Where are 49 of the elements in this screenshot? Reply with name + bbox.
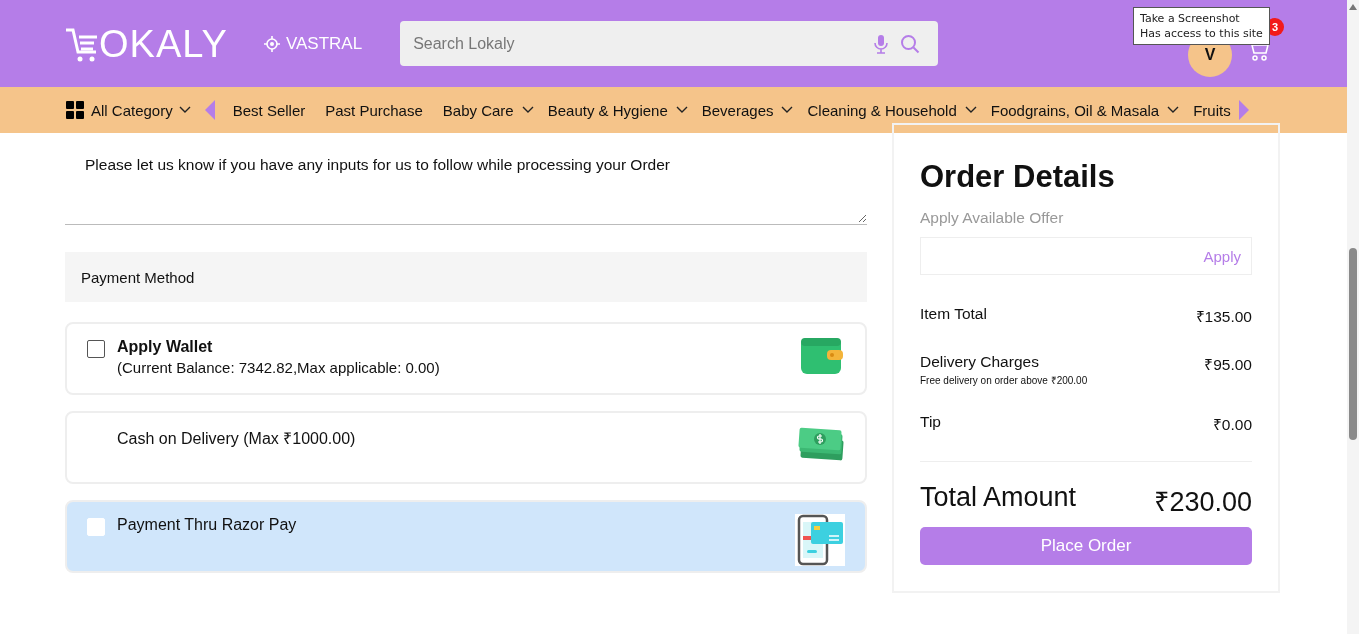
category-link[interactable]: Past Purchase bbox=[325, 101, 423, 119]
cash-icon bbox=[797, 425, 845, 463]
charge-label: Tip bbox=[920, 413, 941, 432]
charge-amount: ₹135.00 bbox=[1195, 307, 1252, 328]
total-amount: ₹230.00 bbox=[1154, 486, 1252, 520]
charge-note: Free delivery on order above ₹200.00 bbox=[920, 374, 1088, 388]
category-link[interactable]: Beauty & Hygiene bbox=[547, 101, 668, 119]
category-link[interactable]: Foodgrains, Oil & Masala bbox=[990, 101, 1160, 119]
microphone-icon[interactable] bbox=[874, 33, 889, 54]
total-label: Total Amount bbox=[920, 482, 1077, 515]
payment-option[interactable]: Apply Wallet (Current Balance: 7342.82,Max applicable: 0.00) bbox=[65, 322, 867, 395]
chevron-down-icon[interactable] bbox=[178, 106, 191, 114]
order-title: Order Details bbox=[920, 159, 1116, 195]
charge-amount: ₹0.00 bbox=[1212, 415, 1252, 436]
chevron-down-icon[interactable] bbox=[521, 106, 534, 114]
offer-label: Apply Available Offer bbox=[920, 209, 1065, 227]
search-icon[interactable] bbox=[900, 33, 921, 54]
cart-logo-icon bbox=[65, 26, 99, 63]
grid-icon bbox=[66, 101, 84, 119]
chevron-down-icon[interactable] bbox=[964, 106, 977, 114]
scrollbar[interactable] bbox=[1347, 0, 1359, 634]
category-link[interactable]: Beverages bbox=[701, 101, 774, 119]
category-link[interactable]: Best Seller bbox=[232, 101, 306, 119]
payment-option[interactable]: Payment Thru Razor Pay bbox=[65, 500, 867, 573]
payment-subtitle: (Current Balance: 7342.82,Max applicable: 0.00) bbox=[117, 359, 441, 376]
search-field[interactable]: Search Lokaly bbox=[400, 21, 939, 66]
scrollbar-thumb[interactable] bbox=[1349, 248, 1357, 440]
payment-title: Cash on Delivery (Max ₹1000.00) bbox=[117, 429, 357, 449]
wallet-icon bbox=[799, 336, 845, 376]
charge-label: Delivery Charges bbox=[920, 353, 1040, 372]
all-category-menu[interactable]: All Category bbox=[91, 101, 173, 119]
location-target-icon bbox=[263, 35, 280, 52]
category-link[interactable]: Fruits bbox=[1193, 101, 1231, 119]
category-link[interactable]: Baby Care bbox=[442, 101, 514, 119]
scroll-up-icon[interactable] bbox=[1349, 4, 1357, 10]
charge-amount: ₹95.00 bbox=[1204, 355, 1252, 376]
checkbox[interactable] bbox=[87, 340, 105, 358]
chevron-down-icon[interactable] bbox=[1167, 106, 1180, 114]
payment-title: Payment Thru Razor Pay bbox=[117, 516, 298, 534]
payment-option[interactable]: Cash on Delivery (Max ₹1000.00) bbox=[65, 411, 867, 484]
search-input[interactable]: Search Lokaly bbox=[411, 33, 863, 54]
chevron-down-icon[interactable] bbox=[675, 106, 688, 114]
payment-title: Apply Wallet bbox=[117, 338, 214, 356]
charge-label: Item Total bbox=[920, 305, 987, 324]
section-heading: Payment Method bbox=[81, 268, 195, 286]
tooltip-text: Take a Screenshot bbox=[1140, 11, 1241, 26]
phone-payment-icon bbox=[795, 514, 845, 566]
category-link[interactable]: Cleaning & Household bbox=[807, 101, 957, 119]
chevron-down-icon[interactable] bbox=[781, 106, 794, 114]
